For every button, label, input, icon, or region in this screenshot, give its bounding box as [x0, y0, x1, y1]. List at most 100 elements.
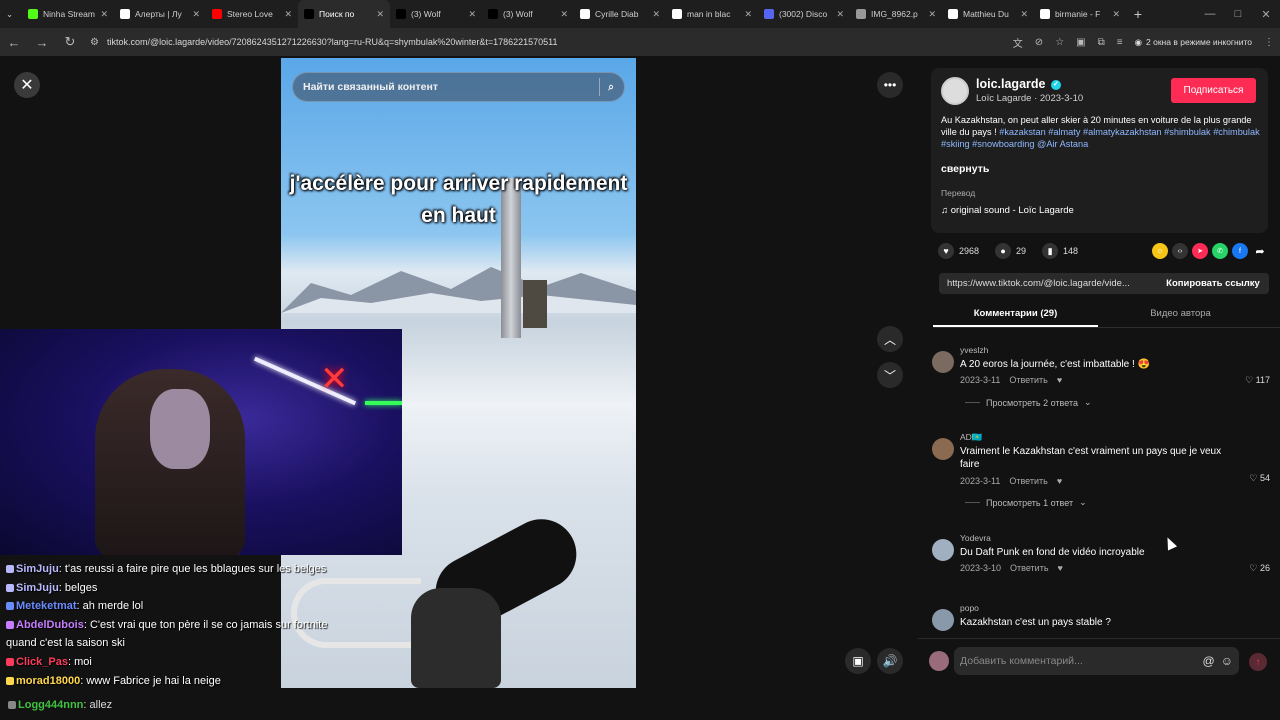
site-info-icon[interactable]: ⚙ — [90, 37, 99, 48]
comment-username[interactable]: AD🇰🇿 — [960, 432, 982, 443]
browser-tab[interactable]: man in blac ✕ — [666, 0, 758, 28]
comment-username[interactable]: Yodevra — [960, 533, 991, 543]
save-button[interactable]: ▮ 148 — [1042, 243, 1078, 259]
comment-like[interactable]: ♡ 117 — [1245, 375, 1270, 386]
sound-link[interactable]: ♫ original sound - Loïc Lagarde — [941, 205, 1074, 216]
tab-close-icon[interactable]: ✕ — [928, 9, 936, 20]
comment-placeholder[interactable]: Добавить комментарий... — [960, 655, 1197, 667]
forward-icon[interactable]: → — [34, 35, 50, 50]
back-icon[interactable]: ← — [6, 35, 22, 50]
emoji-icon[interactable]: ☺ — [1221, 654, 1233, 668]
eye-off-icon[interactable]: ⊘ — [1035, 37, 1043, 48]
reply-button[interactable]: Ответить — [1009, 476, 1047, 486]
tab-close-icon[interactable]: ✕ — [1112, 9, 1120, 20]
tab-close-icon[interactable]: ✕ — [652, 9, 660, 20]
reading-list-icon[interactable]: ≡ — [1117, 37, 1123, 48]
comment-avatar[interactable] — [932, 351, 954, 373]
copy-link-button[interactable]: Копировать ссылку — [1157, 278, 1269, 289]
tab-label: man in blac — [687, 9, 731, 19]
close-video-icon[interactable]: ✕ — [14, 72, 40, 98]
picture-in-picture-icon[interactable]: ▣ — [845, 648, 871, 674]
author-avatar[interactable] — [941, 77, 969, 105]
post-comment-button[interactable]: ↑ — [1249, 653, 1267, 671]
follow-button[interactable]: Подписаться — [1171, 78, 1256, 103]
extension-icon[interactable]: ▣ — [1076, 37, 1085, 48]
comment-avatar[interactable] — [932, 539, 954, 561]
mention-icon[interactable]: @ — [1203, 654, 1215, 668]
comment-username[interactable]: yveslzh — [960, 345, 988, 355]
comment-icon[interactable]: ● — [995, 243, 1012, 259]
tab-close-icon[interactable]: ✕ — [192, 9, 200, 20]
share-link-text[interactable]: https://www.tiktok.com/@loic.lagarde/vid… — [939, 278, 1157, 289]
author-username[interactable]: loic.lagarde ✓ — [976, 77, 1061, 91]
window-close-icon[interactable]: ✕ — [1252, 8, 1280, 21]
view-replies-button[interactable]: Просмотреть 1 ответ ⌄ — [965, 497, 1087, 508]
browser-tab[interactable]: Cyrille Diab ✕ — [574, 0, 666, 28]
browser-tab[interactable]: Stereo Love ✕ — [206, 0, 298, 28]
tab-search-menu[interactable]: ⌄ — [0, 0, 22, 28]
url-text[interactable]: tiktok.com/@loic.lagarde/video/720862435… — [107, 37, 558, 47]
tab-close-icon[interactable]: ✕ — [560, 9, 568, 20]
puzzle-icon[interactable]: ⧉ — [1098, 37, 1105, 48]
tab-close-icon[interactable]: ✕ — [744, 9, 752, 20]
browser-tab[interactable]: birmanie - F ✕ — [1034, 0, 1126, 28]
related-search-input[interactable]: Найти связанный контент ⌕ — [292, 72, 625, 102]
view-replies-label[interactable]: Просмотреть 2 ответа — [986, 398, 1078, 408]
browser-tab[interactable]: Ninha Stream ✕ — [22, 0, 114, 28]
reload-icon[interactable]: ↻ — [62, 34, 78, 50]
next-video-icon[interactable]: ﹀ — [877, 362, 903, 388]
browser-tab[interactable]: Поиск по ✕ — [298, 0, 390, 28]
tab-close-icon[interactable]: ✕ — [100, 9, 108, 20]
comment-like[interactable]: ♡ 54 — [1249, 473, 1270, 484]
tab-creator-videos[interactable]: Видео автора — [1098, 305, 1263, 327]
reply-button[interactable]: Ответить — [1009, 375, 1047, 385]
browser-tab[interactable]: Алерты | Лу ✕ — [114, 0, 206, 28]
coin-icon[interactable]: ☺ — [1152, 243, 1168, 259]
tab-close-icon[interactable]: ✕ — [1020, 9, 1028, 20]
translate-link[interactable]: Перевод — [941, 188, 975, 198]
tab-close-icon[interactable]: ✕ — [836, 9, 844, 20]
sound-name[interactable]: original sound - Loïc Lagarde — [951, 205, 1074, 216]
tab-close-icon[interactable]: ✕ — [468, 9, 476, 20]
search-icon[interactable]: ⌕ — [608, 81, 614, 94]
translate-icon[interactable]: 文 — [1013, 35, 1023, 50]
tab-close-icon[interactable]: ✕ — [284, 9, 292, 20]
browser-tab[interactable]: (3) Wolf ✕ — [390, 0, 482, 28]
share-arrow-icon[interactable]: ➦ — [1252, 243, 1268, 259]
like-button[interactable]: ♥ 2968 — [938, 243, 979, 259]
reply-button[interactable]: Ответить — [1010, 563, 1048, 573]
bookmark-star-icon[interactable]: ☆ — [1055, 37, 1064, 48]
whatsapp-icon[interactable]: ✆ — [1212, 243, 1228, 259]
incognito-indicator[interactable]: ◉ 2 окна в режиме инкогнито — [1135, 37, 1252, 48]
browser-tab[interactable]: Matthieu Du ✕ — [942, 0, 1034, 28]
comment-avatar[interactable] — [932, 438, 954, 460]
browser-tab[interactable]: (3) Wolf ✕ — [482, 0, 574, 28]
embed-icon[interactable]: ‹› — [1172, 243, 1188, 259]
volume-icon[interactable]: 🔊 — [877, 648, 903, 674]
browser-tab[interactable]: IMG_8962.p ✕ — [850, 0, 942, 28]
chat-badge-icon — [6, 583, 14, 592]
author-username-text[interactable]: loic.lagarde — [976, 77, 1045, 91]
comment-input[interactable]: Добавить комментарий... @ ☺ — [954, 647, 1239, 675]
comment-button[interactable]: ● 29 — [995, 243, 1026, 259]
heart-icon[interactable]: ♥ — [938, 243, 954, 259]
new-tab-button[interactable]: + — [1126, 6, 1150, 22]
previous-video-icon[interactable]: ︿ — [877, 326, 903, 352]
comment-like[interactable]: ♡ 26 — [1249, 563, 1270, 574]
facebook-icon[interactable]: f — [1232, 243, 1248, 259]
minimize-icon[interactable]: — — [1196, 8, 1224, 20]
menu-icon[interactable]: ⋮ — [1264, 37, 1274, 48]
tab-comments[interactable]: Комментарии (29) — [933, 305, 1098, 327]
view-replies-label[interactable]: Просмотреть 1 ответ — [986, 498, 1073, 508]
more-options-icon[interactable]: ••• — [877, 72, 903, 98]
tab-close-icon[interactable]: ✕ — [376, 9, 384, 20]
comment-username[interactable]: popo — [960, 603, 979, 613]
bookmark-icon[interactable]: ▮ — [1042, 243, 1059, 259]
url-field[interactable]: ⚙ tiktok.com/@loic.lagarde/video/7208624… — [90, 37, 1001, 48]
maximize-icon[interactable]: □ — [1224, 8, 1252, 20]
collapse-link[interactable]: свернуть — [941, 163, 989, 175]
browser-tab[interactable]: (3002) Disco ✕ — [758, 0, 850, 28]
send-icon[interactable]: ➤ — [1192, 243, 1208, 259]
view-replies-button[interactable]: Просмотреть 2 ответа ⌄ — [965, 397, 1092, 408]
comment-avatar[interactable] — [932, 609, 954, 631]
